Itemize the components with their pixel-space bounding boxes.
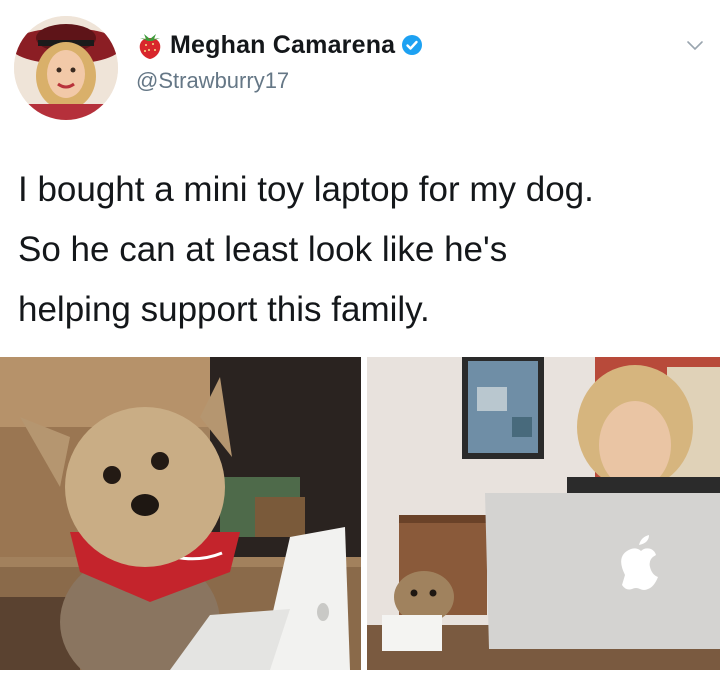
tweet: Meghan Camarena @Strawburry17 I bought a… bbox=[0, 0, 720, 673]
tweet-text: I bought a mini toy laptop for my dog. S… bbox=[18, 160, 708, 340]
tweet-text-line: So he can at least look like he's bbox=[18, 230, 508, 269]
tweet-text-line: helping support this family. bbox=[18, 290, 430, 329]
name-row: Meghan Camarena bbox=[136, 30, 423, 60]
verified-badge-icon bbox=[402, 35, 423, 55]
user-handle[interactable]: @Strawburry17 bbox=[136, 68, 289, 94]
media-photo-dog[interactable] bbox=[0, 357, 361, 670]
strawberry-icon bbox=[139, 34, 161, 59]
tweet-media bbox=[0, 357, 720, 670]
display-name[interactable]: Meghan Camarena bbox=[170, 31, 395, 60]
media-photo-woman[interactable] bbox=[367, 357, 720, 670]
chevron-down-icon[interactable] bbox=[684, 34, 706, 56]
tweet-text-line: I bought a mini toy laptop for my dog. bbox=[18, 170, 594, 209]
avatar[interactable] bbox=[14, 16, 118, 120]
